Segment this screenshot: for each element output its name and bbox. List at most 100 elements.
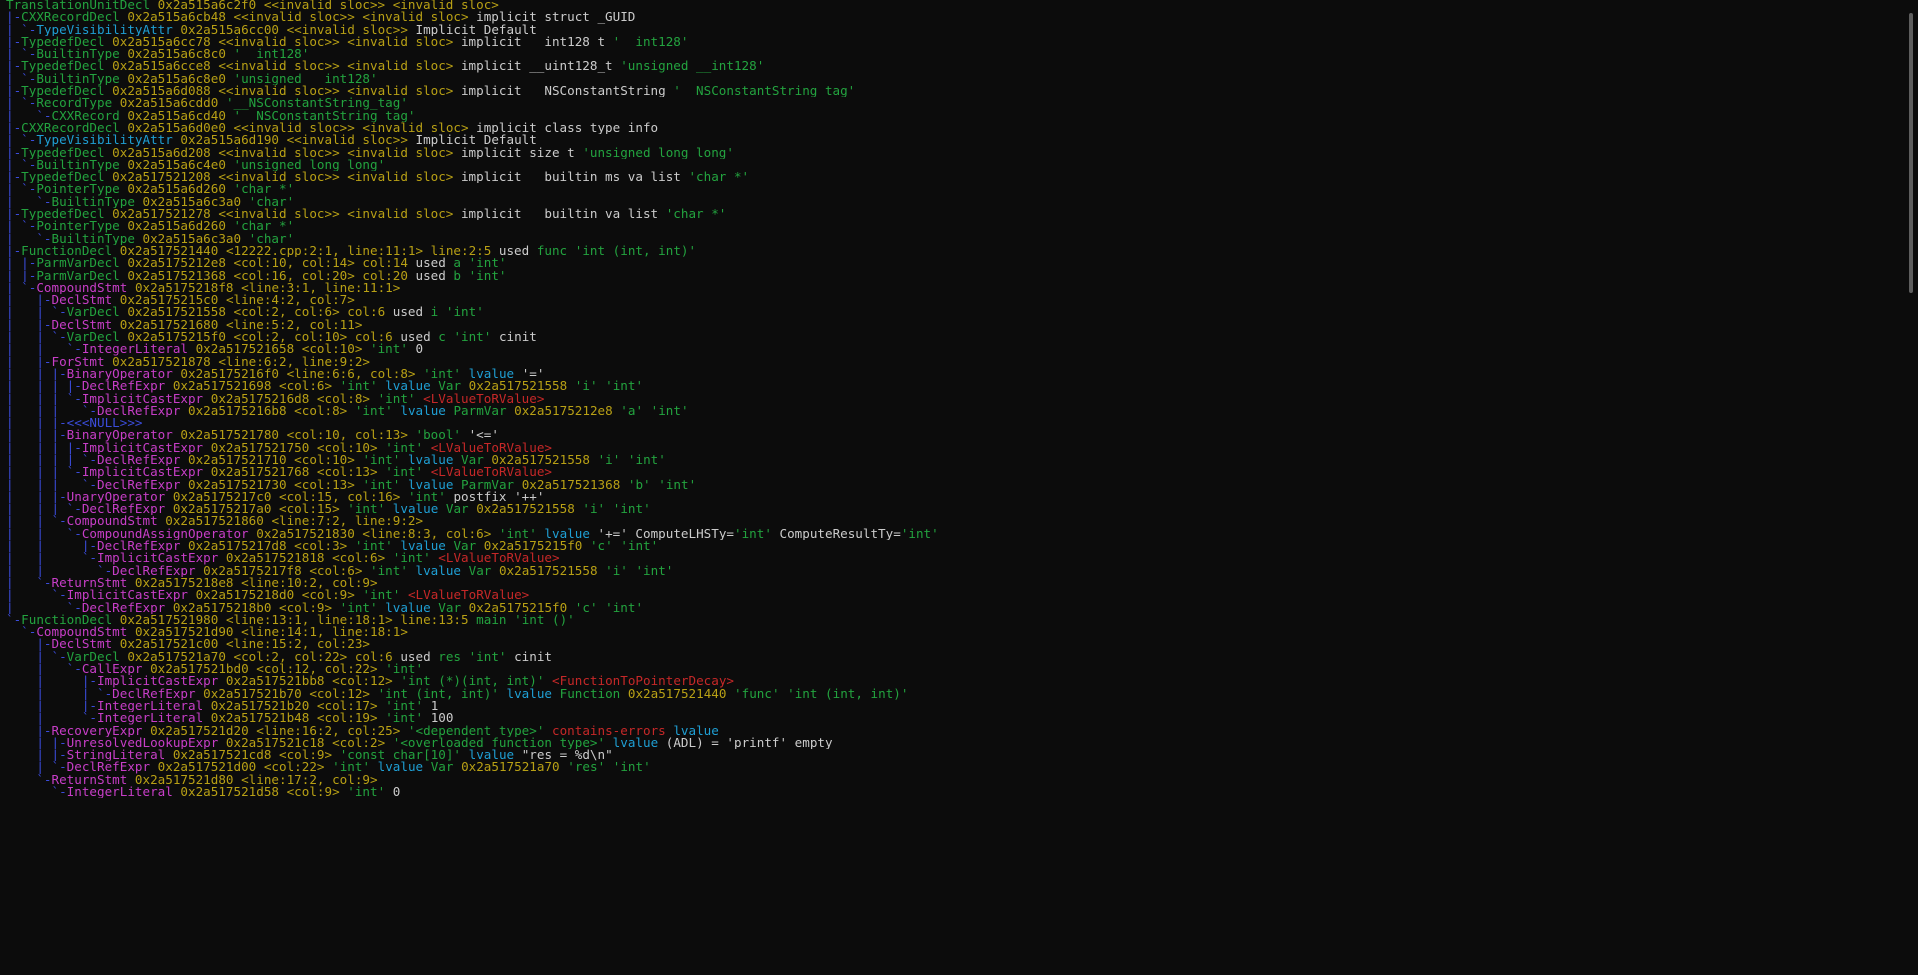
ast-token-addr: 0x2a517521368 [521,478,621,491]
vertical-scrollbar-track[interactable] [1904,0,1918,975]
ast-token-type: 'char *' [233,183,295,196]
ast-token-stmt: CompoundAssignOperator [81,527,249,541]
ast-token-addr: 0x2a517521bb8 [225,675,325,688]
ast-token-plain: used [385,306,431,319]
ast-token-value: lvalue [468,367,515,381]
ast-token-loc: <line:3:1, line:11:1> [241,281,401,295]
ast-token-loc: <col:8> [294,404,348,418]
vertical-scrollbar-thumb[interactable] [1909,13,1913,293]
ast-token-stmt: ImplicitCastExpr [66,589,188,602]
ast-token-type: '__int128' [233,48,310,61]
terminal-line: | |-IntegerLiteral 0x2a517521b20 <col:17… [6,700,1906,712]
ast-token-stmt: ImplicitCastExpr [97,675,219,688]
terminal-line: TranslationUnitDecl 0x2a515a6c2f0 <<inva… [6,0,1906,11]
ast-token-stmt: ImplicitCastExpr [81,441,204,454]
ast-token-plain: used [392,650,439,664]
ast-token-addr: 0x2a517521780 [180,429,279,442]
ast-token-plain [461,257,469,269]
ast-token-stmt: ReturnStmt [51,576,128,590]
ast-token-addr: 0x2a517521d80 [134,773,234,786]
ast-token-plain [112,614,120,626]
ast-token-plain [643,405,651,417]
ast-token-type: 'int' [362,589,401,602]
ast-token-plain [544,725,552,737]
ast-token-decl: VarDecl [66,650,120,664]
ast-token-plain [234,626,242,638]
ast-token-addr: 0x2a517521710 [188,453,287,467]
ast-token-type: 'int' [627,453,666,467]
terminal-line: | `-ImplicitCastExpr 0x2a5175218d0 <col:… [6,589,1906,601]
ast-token-plain [461,651,469,663]
ast-token-plain [461,565,469,577]
ast-token-name: c [438,331,446,344]
ast-token-tree: |- [6,244,22,258]
terminal-line: |-TypedefDecl 0x2a517521208 <<invalid sl… [6,171,1906,183]
ast-token-decl: TypedefDecl [21,35,105,49]
ast-token-plain [218,97,226,109]
ast-token-loc: <col:8> [316,392,370,405]
ast-token-decl: PointerType [36,183,120,196]
ast-token-tree: |- [6,638,52,651]
ast-token-loc: <<invalid sloc>> <invalid sloc> [218,60,454,73]
terminal-line: | |-DeclStmt 0x2a5175215c0 <line:4:2, co… [6,294,1906,306]
terminal-line: | |-ParmVarDecl 0x2a517521368 <col:16, c… [6,270,1906,282]
ast-token-plain: Implicit Default [407,134,537,147]
terminal-line: | |-UnresolvedLookupExpr 0x2a517521c18 <… [6,737,1906,749]
ast-token-plain [241,233,249,245]
ast-token-plain [203,712,211,724]
ast-token-loc: <col:6> [279,380,333,393]
ast-token-loc: <col:12, col:22> [256,663,378,676]
ast-token-tree: | |- [6,294,52,307]
ast-token-plain [203,700,211,712]
ast-token-value: lvalue [506,687,553,700]
ast-token-type: 'int ()' [514,613,575,627]
ast-token-plain [620,688,628,700]
ast-token-plain [552,688,560,700]
ast-token-loc: <<invalid sloc>> <invalid sloc> [218,35,454,49]
ast-token-value: lvalue [673,724,719,737]
ast-token-tree: | `- [6,23,37,36]
ast-token-type: 'int' [605,601,644,614]
ast-token-null: <<<NULL>>> [66,417,143,430]
terminal-window[interactable]: TranslationUnitDecl 0x2a515a6c2f0 <<inva… [0,0,1918,975]
ast-token-plain [271,749,279,761]
ast-token-tree: | | |- [6,417,67,430]
ast-token-attr: TypeVisibilityAttr [36,134,173,147]
ast-token-loc: <col:15, col:16> [279,490,401,504]
terminal-line: | | |-BinaryOperator 0x2a5175216f0 <line… [6,368,1906,380]
ast-token-err: <LValueToRValue> [423,392,545,405]
ast-token-plain [453,479,461,491]
ast-token-addr: 0x2a517521d58 [180,786,279,799]
ast-token-addr: 0x2a517521878 [112,355,211,368]
ast-token-plain: '+=' ComputeLHSTy= [589,527,734,541]
ast-token-plain [461,380,469,392]
ast-token-tree: | | `- [6,515,67,528]
ast-token-plain [279,134,287,146]
ast-token-addr: 0x2a517521750 [210,441,310,454]
ast-token-plain [780,688,788,700]
ast-token-type: '__NSConstantString_tag' [673,85,856,98]
ast-token-addr: 0x2a517521860 [165,515,264,528]
ast-token-loc: <<invalid sloc>> [286,23,408,36]
ast-token-tree: | | |- [6,490,67,504]
ast-token-plain [567,602,575,614]
ast-token-plain [370,393,378,405]
ast-token-decl: VarDecl [66,331,120,344]
terminal-line: | | |-DeclRefExpr 0x2a5175217d8 <col:3> … [6,540,1906,552]
ast-token-loc: <<invalid sloc>> <invalid sloc> [218,85,454,98]
terminal-line: | `-DeclRefExpr 0x2a5175218b0 <col:9> 'i… [6,602,1906,614]
ast-token-plain [226,183,234,195]
ast-token-decl: BuiltinType [36,72,120,86]
ast-token-stmt: DeclRefExpr [81,503,166,516]
ast-token-addr: 0x2a515a6cd40 [127,109,226,122]
ast-token-addr: 0x2a517521c18 [225,736,325,750]
ast-token-loc: <col:10> [294,453,355,467]
ast-token-plain [279,429,287,441]
ast-token-tree: | `- [6,72,37,86]
ast-token-name: func [536,244,568,258]
ast-token-stmt: BinaryOperator [66,429,173,442]
ast-token-tree: | | `- [6,331,67,344]
ast-token-tree: | `- [6,576,52,590]
ast-token-decl: CXXRecordDecl [21,121,120,135]
ast-token-attr: TypeVisibilityAttr [36,23,173,36]
